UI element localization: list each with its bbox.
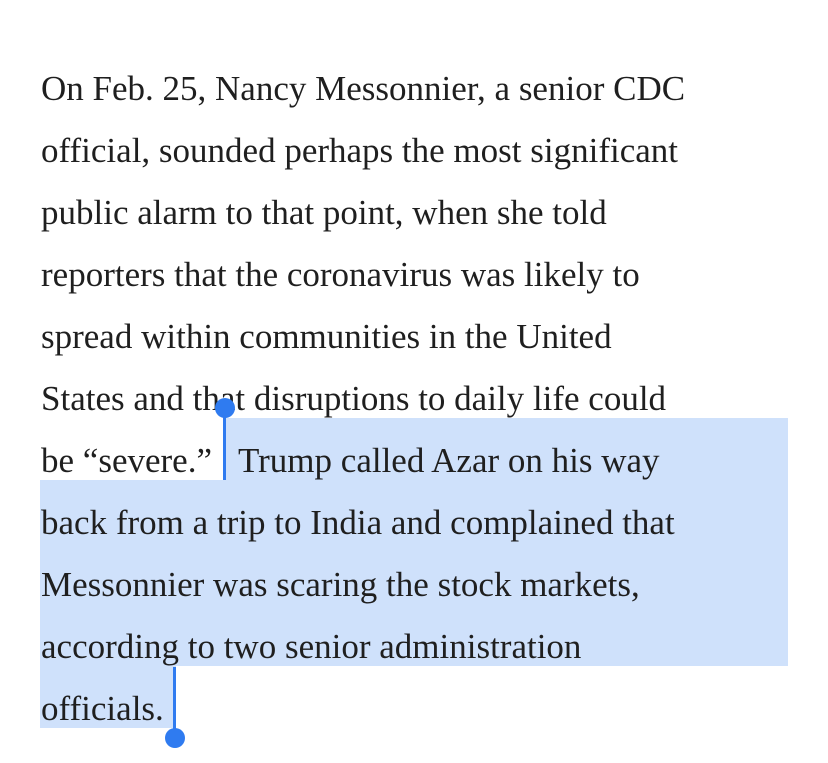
selected-text-line[interactable]: officials. bbox=[41, 678, 164, 740]
selection-start-caret bbox=[223, 412, 226, 480]
paragraph-line[interactable]: public alarm to that point, when she tol… bbox=[41, 182, 607, 244]
selected-text-line[interactable]: Trump called Azar on his way bbox=[238, 430, 660, 492]
paragraph-line[interactable]: be “severe.” bbox=[41, 430, 212, 492]
selection-end-handle[interactable] bbox=[165, 728, 185, 748]
selected-text-line[interactable]: according to two senior administration bbox=[41, 616, 581, 678]
selected-text-line[interactable]: Messonnier was scaring the stock markets… bbox=[41, 554, 640, 616]
paragraph-line[interactable]: spread within communities in the United bbox=[41, 306, 612, 368]
paragraph-line[interactable]: States and that disruptions to daily lif… bbox=[41, 368, 666, 430]
selection-end-caret bbox=[173, 667, 176, 731]
paragraph-line[interactable]: official, sounded perhaps the most signi… bbox=[41, 120, 678, 182]
selected-text-line[interactable]: back from a trip to India and complained… bbox=[41, 492, 675, 554]
article-body: On Feb. 25, Nancy Messonnier, a senior C… bbox=[0, 0, 828, 763]
paragraph-line[interactable]: On Feb. 25, Nancy Messonnier, a senior C… bbox=[41, 58, 685, 120]
paragraph-line[interactable]: reporters that the coronavirus was likel… bbox=[41, 244, 640, 306]
